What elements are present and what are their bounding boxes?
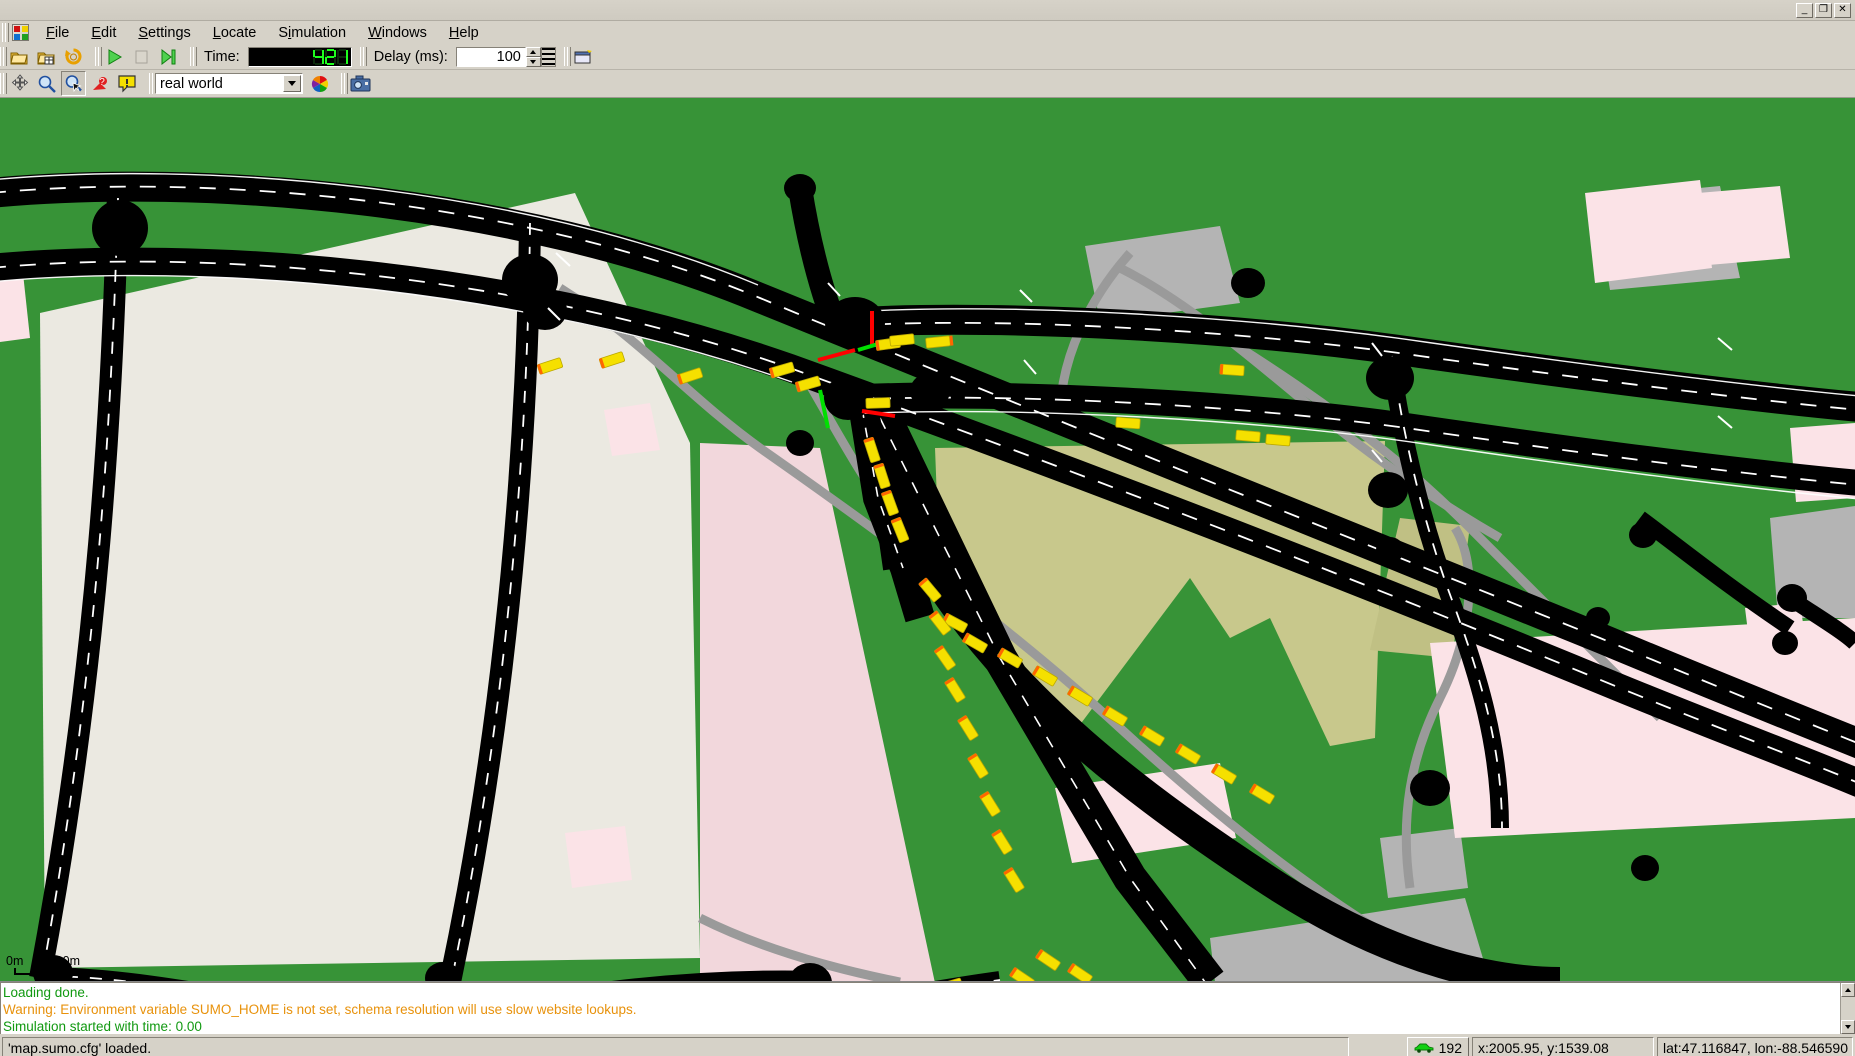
message-log-scrollbar[interactable] bbox=[1840, 983, 1855, 1034]
vehicle bbox=[890, 334, 915, 346]
minimize-button[interactable]: _ bbox=[1796, 3, 1813, 18]
menu-windows[interactable]: Windows bbox=[357, 22, 438, 44]
vehicle bbox=[1236, 430, 1261, 442]
car-icon bbox=[1414, 1042, 1434, 1054]
log-line: Warning: Environment variable SUMO_HOME … bbox=[3, 1001, 1853, 1018]
vehicle bbox=[866, 398, 890, 409]
status-message: 'map.sumo.cfg' loaded. bbox=[2, 1037, 1349, 1056]
zoom-tool-button[interactable] bbox=[34, 71, 59, 96]
view-group-grip[interactable] bbox=[564, 45, 570, 68]
delay-spinner[interactable] bbox=[526, 47, 541, 67]
vehicle bbox=[1266, 434, 1291, 446]
delay-scale-indicator[interactable] bbox=[541, 47, 556, 67]
menubar-grip[interactable] bbox=[2, 21, 8, 44]
sumo-logo-icon bbox=[12, 24, 29, 41]
snapshot-group-grip[interactable] bbox=[341, 71, 347, 96]
time-label: Time: bbox=[196, 45, 248, 68]
main-toolbar-grip[interactable] bbox=[0, 45, 6, 68]
menu-edit[interactable]: Edit bbox=[80, 22, 127, 44]
simulation-time-display bbox=[248, 47, 352, 67]
vehicle-count-value: 192 bbox=[1439, 1040, 1462, 1056]
time-group-grip[interactable] bbox=[190, 45, 196, 68]
edit-colors-button[interactable] bbox=[307, 71, 332, 96]
select-zoom-button[interactable] bbox=[61, 71, 86, 96]
time-digit bbox=[325, 49, 336, 65]
vehicle-count-button[interactable]: 192 bbox=[1407, 1037, 1469, 1056]
reload-button[interactable] bbox=[61, 45, 86, 68]
scroll-up-button[interactable] bbox=[1841, 983, 1855, 997]
cartesian-coordinates: x:2005.95, y:1539.08 bbox=[1472, 1037, 1654, 1056]
svg-text:?: ? bbox=[99, 77, 105, 88]
scale-bar-line bbox=[14, 968, 76, 975]
run-button[interactable] bbox=[102, 45, 127, 68]
run-controls-grip[interactable] bbox=[95, 45, 101, 68]
show-messages-button[interactable] bbox=[115, 71, 140, 96]
scroll-down-button[interactable] bbox=[1841, 1020, 1855, 1034]
main-toolbar: Time: Delay (ms): 100 bbox=[0, 44, 1855, 70]
step-button[interactable] bbox=[156, 45, 181, 68]
delay-input[interactable]: 100 bbox=[456, 47, 526, 67]
time-digit bbox=[337, 49, 348, 65]
open-simulation-button[interactable] bbox=[7, 45, 32, 68]
log-line: Loading done. bbox=[3, 984, 1853, 1001]
statusbar: 'map.sumo.cfg' loaded. 192 x:2005.95, y:… bbox=[0, 1034, 1855, 1056]
menu-simulation[interactable]: Simulation bbox=[267, 22, 357, 44]
stop-button[interactable] bbox=[129, 45, 154, 68]
menu-file[interactable]: File bbox=[35, 22, 80, 44]
view-toolbar-grip[interactable] bbox=[0, 71, 6, 96]
delay-spin-up[interactable] bbox=[526, 47, 541, 57]
building-polygon bbox=[1640, 186, 1790, 270]
simulation-view-canvas[interactable]: 0m 10m bbox=[0, 98, 1855, 982]
whats-this-button[interactable]: ? bbox=[88, 71, 113, 96]
log-line: Simulation started with time: 0.00 bbox=[3, 1018, 1853, 1034]
geo-coordinates: lat:47.116847, lon:-88.546590 bbox=[1657, 1037, 1853, 1056]
coloring-scheme-value: real world bbox=[160, 76, 223, 92]
landuse-polygon bbox=[604, 403, 660, 456]
message-log[interactable]: Loading done. Warning: Environment varia… bbox=[0, 982, 1855, 1034]
scale-start-label: 0m bbox=[6, 954, 23, 968]
delay-group-grip[interactable] bbox=[360, 45, 366, 68]
scale-end-label: 10m bbox=[56, 954, 80, 968]
maximize-button[interactable]: ❐ bbox=[1815, 3, 1832, 18]
menu-help[interactable]: Help bbox=[438, 22, 490, 44]
network-render bbox=[0, 98, 1855, 982]
landuse-polygon bbox=[565, 826, 632, 888]
chevron-down-icon[interactable] bbox=[283, 75, 301, 92]
view-toolbar: ? real world bbox=[0, 70, 1855, 98]
menubar: File Edit Settings Locate Simulation Win… bbox=[0, 21, 1855, 44]
new-view-button[interactable] bbox=[571, 45, 596, 68]
vehicle bbox=[1220, 364, 1245, 376]
vehicle bbox=[1116, 417, 1141, 429]
delay-label: Delay (ms): bbox=[366, 45, 456, 68]
building-polygon bbox=[1380, 828, 1468, 898]
delay-spin-down[interactable] bbox=[526, 57, 541, 67]
close-button[interactable]: ✕ bbox=[1834, 3, 1851, 18]
scale-bar: 0m 10m bbox=[6, 954, 80, 975]
menu-locate[interactable]: Locate bbox=[202, 22, 268, 44]
coloring-scheme-combo[interactable]: real world bbox=[155, 73, 303, 94]
menu-settings[interactable]: Settings bbox=[127, 22, 201, 44]
time-digit bbox=[313, 49, 324, 65]
open-network-button[interactable] bbox=[34, 45, 59, 68]
snapshot-button[interactable] bbox=[348, 71, 373, 96]
pan-tool-button[interactable] bbox=[7, 71, 32, 96]
window-titlebar: _ ❐ ✕ bbox=[0, 0, 1855, 21]
